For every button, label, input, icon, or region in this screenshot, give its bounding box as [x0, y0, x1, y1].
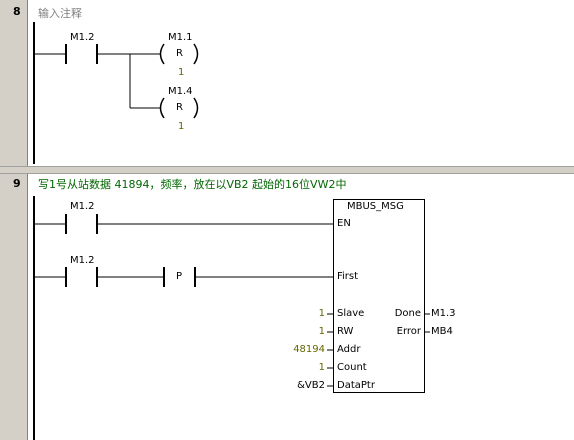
coil-count[interactable]: 1 — [178, 121, 184, 132]
contact-address[interactable]: M1.2 — [70, 32, 95, 43]
ladder-diagram — [27, 0, 430, 440]
block-title: MBUS_MSG — [347, 201, 404, 212]
pin-en: EN — [337, 218, 351, 229]
rw-value[interactable]: 1 — [319, 326, 325, 337]
network-comment[interactable]: 写1号从站数据 41894，频率，放在以VB2 起始的16位VW2中 — [38, 176, 346, 192]
coil-type: R — [176, 102, 183, 113]
positive-edge-label: P — [176, 271, 183, 282]
coil-address[interactable]: M1.4 — [168, 86, 193, 97]
coil-count[interactable]: 1 — [178, 67, 184, 78]
coil-type: R — [176, 48, 183, 59]
pin-slave: Slave — [337, 308, 365, 319]
network-comment[interactable]: 输入注释 — [38, 5, 82, 21]
coil-address[interactable]: M1.1 — [168, 32, 193, 43]
pin-rw: RW — [337, 326, 354, 337]
error-address[interactable]: MB4 — [431, 326, 453, 337]
slave-value[interactable]: 1 — [319, 308, 325, 319]
dataptr-value[interactable]: &VB2 — [297, 380, 325, 391]
contact-address[interactable]: M1.2 — [70, 255, 95, 266]
pin-error: Error — [396, 326, 421, 337]
count-value[interactable]: 1 — [319, 362, 325, 373]
pin-done: Done — [394, 308, 421, 319]
network-number: 8 — [13, 5, 21, 18]
done-address[interactable]: M1.3 — [431, 308, 456, 319]
network-number: 9 — [13, 177, 21, 190]
contact-address[interactable]: M1.2 — [70, 201, 95, 212]
pin-addr: Addr — [337, 344, 361, 355]
pin-count: Count — [337, 362, 367, 373]
addr-value[interactable]: 48194 — [293, 344, 325, 355]
pin-first: First — [337, 271, 359, 282]
pin-dataptr: DataPtr — [337, 380, 375, 391]
